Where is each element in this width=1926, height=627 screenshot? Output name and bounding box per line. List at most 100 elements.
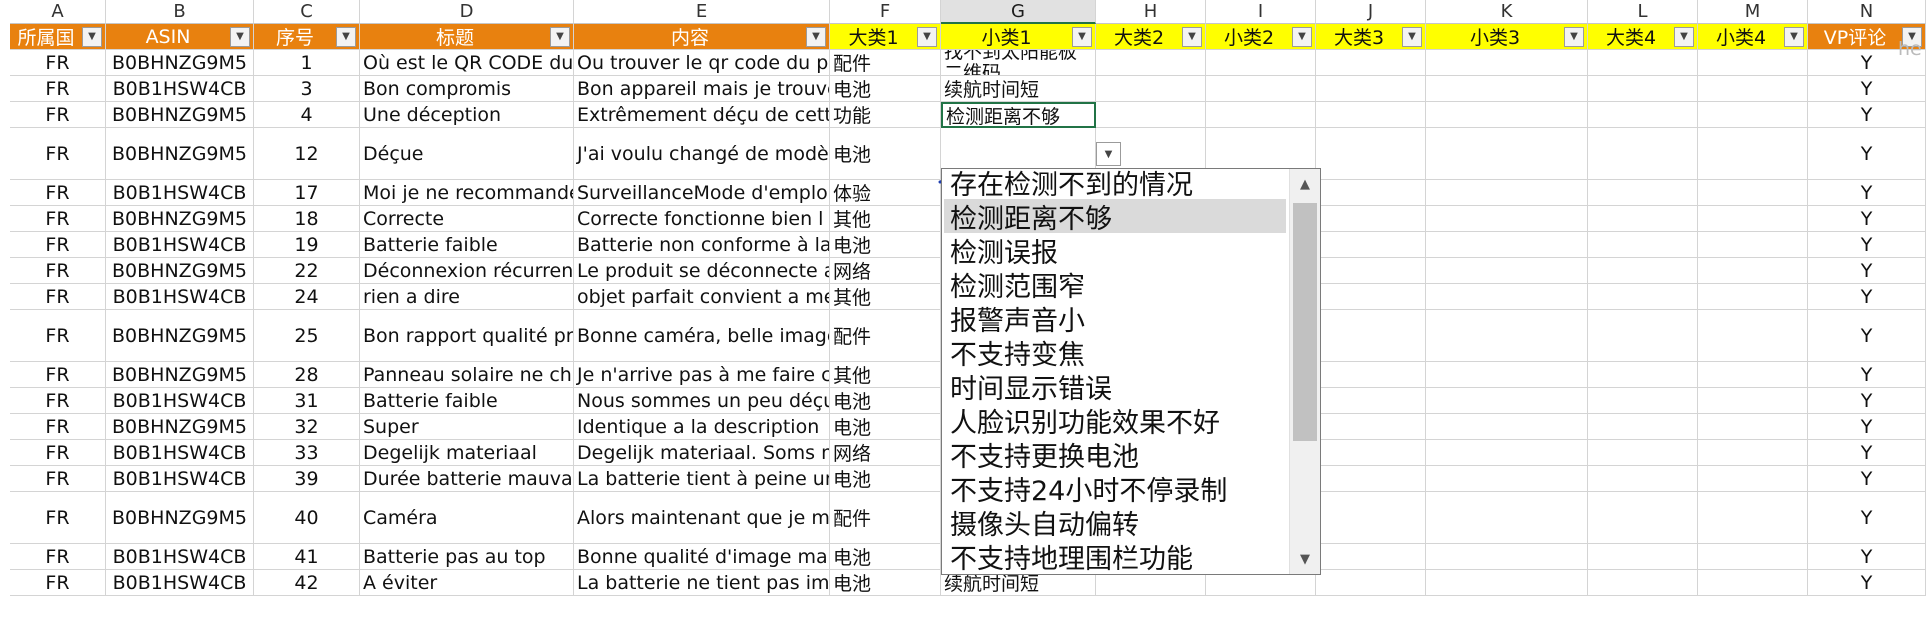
cell-title[interactable]: Bon compromis — [360, 76, 574, 102]
cell-empty[interactable] — [1588, 76, 1698, 102]
cell-empty[interactable] — [1698, 310, 1808, 362]
column-header-l[interactable]: L — [1588, 0, 1698, 24]
cell-seq[interactable]: 40 — [254, 492, 360, 544]
cell-empty[interactable] — [1698, 76, 1808, 102]
cell-empty[interactable] — [1096, 76, 1206, 102]
cell-title[interactable]: Caméra — [360, 492, 574, 544]
filter-header-5[interactable]: 内容 ▼ — [574, 24, 830, 50]
cell-seq[interactable]: 4 — [254, 102, 360, 128]
cell-content[interactable]: objet parfait convient a me — [574, 284, 830, 310]
cell-empty[interactable] — [1588, 232, 1698, 258]
filter-button[interactable]: ▼ — [230, 26, 250, 47]
cell-empty[interactable] — [1426, 258, 1588, 284]
cell-empty[interactable] — [1316, 50, 1426, 76]
cell-empty[interactable] — [1096, 50, 1206, 76]
cell-asin[interactable]: B0B1HSW4CB — [106, 180, 254, 206]
cell-country[interactable]: FR — [10, 76, 106, 102]
cell-seq[interactable]: 1 — [254, 50, 360, 76]
cell-title[interactable]: A éviter — [360, 570, 574, 596]
cell-vp[interactable]: Y — [1808, 414, 1926, 440]
cell-seq[interactable]: 31 — [254, 388, 360, 414]
cell-asin[interactable]: B0B1HSW4CB — [106, 388, 254, 414]
list-option[interactable]: 检测距离不够 — [944, 199, 1286, 235]
cell-seq[interactable]: 17 — [254, 180, 360, 206]
cell-empty[interactable] — [1316, 128, 1426, 180]
cell-vp[interactable]: Y — [1808, 388, 1926, 414]
cell-title[interactable]: Bon rapport qualité pr — [360, 310, 574, 362]
cell-empty[interactable] — [1698, 206, 1808, 232]
scroll-up-button[interactable]: ▲ — [1290, 169, 1320, 199]
cell-country[interactable]: FR — [10, 544, 106, 570]
cell-empty[interactable] — [1426, 544, 1588, 570]
cell-sub1[interactable]: 找不到太阳能板 二维码 — [941, 50, 1096, 76]
cell-seq[interactable]: 18 — [254, 206, 360, 232]
cell-empty[interactable] — [1316, 76, 1426, 102]
scroll-down-button[interactable]: ▼ — [1290, 544, 1320, 574]
cell-content[interactable]: La batterie tient à peine une — [574, 466, 830, 492]
cell-title[interactable]: Moi je ne recommande — [360, 180, 574, 206]
cell-country[interactable]: FR — [10, 50, 106, 76]
cell-title[interactable]: Batterie faible — [360, 232, 574, 258]
cell-empty[interactable] — [1316, 232, 1426, 258]
filter-button[interactable]: ▼ — [1182, 26, 1202, 47]
cell-empty[interactable] — [1588, 102, 1698, 128]
cell-empty[interactable] — [1588, 310, 1698, 362]
cell-vp[interactable]: Y — [1808, 258, 1926, 284]
column-header-f[interactable]: F — [830, 0, 941, 24]
cell-title[interactable]: Correcte — [360, 206, 574, 232]
cell-empty[interactable] — [1698, 440, 1808, 466]
list-option[interactable]: 报警声音小 — [944, 301, 1286, 337]
cell-cat1[interactable]: 网络 — [830, 258, 941, 284]
cell-empty[interactable] — [1426, 206, 1588, 232]
list-option[interactable]: 不支持地理围栏功能 — [944, 539, 1286, 575]
filter-button[interactable]: ▼ — [1564, 26, 1584, 47]
list-option[interactable]: 人脸识别功能效果不好 — [944, 403, 1286, 439]
list-option[interactable]: 时间显示错误 — [944, 369, 1286, 405]
filter-header-12[interactable]: 大类4 ▼ — [1588, 24, 1698, 50]
cell-cat1[interactable]: 其他 — [830, 284, 941, 310]
scroll-thumb[interactable] — [1293, 203, 1317, 441]
cell-empty[interactable] — [1426, 362, 1588, 388]
cell-content[interactable]: Bonne caméra, belle image, — [574, 310, 830, 362]
cell-country[interactable]: FR — [10, 414, 106, 440]
cell-content[interactable]: Je n'arrive pas à me faire co — [574, 362, 830, 388]
filter-button[interactable]: ▼ — [1402, 26, 1422, 47]
cell-empty[interactable] — [1698, 570, 1808, 596]
cell-content[interactable]: Extrêmement déçu de cette — [574, 102, 830, 128]
cell-asin[interactable]: B0BHNZG9M5 — [106, 128, 254, 180]
cell-cat1[interactable]: 网络 — [830, 440, 941, 466]
cell-vp[interactable]: Y — [1808, 128, 1926, 180]
cell-vp[interactable]: Y — [1808, 206, 1926, 232]
cell-empty[interactable] — [1206, 102, 1316, 128]
filter-button[interactable]: ▼ — [1784, 26, 1804, 47]
cell-empty[interactable] — [1426, 102, 1588, 128]
cell-empty[interactable] — [1426, 232, 1588, 258]
cell-empty[interactable] — [1316, 206, 1426, 232]
list-option[interactable]: 不支持变焦 — [944, 335, 1286, 371]
cell-empty[interactable] — [1316, 544, 1426, 570]
cell-asin[interactable]: B0BHNZG9M5 — [106, 414, 254, 440]
cell-empty[interactable] — [1588, 414, 1698, 440]
cell-cat1[interactable]: 配件 — [830, 50, 941, 76]
cell-asin[interactable]: B0BHNZG9M5 — [106, 206, 254, 232]
cell-country[interactable]: FR — [10, 570, 106, 596]
cell-empty[interactable] — [1698, 102, 1808, 128]
cell-country[interactable]: FR — [10, 310, 106, 362]
filter-header-13[interactable]: 小类4 ▼ — [1698, 24, 1808, 50]
filter-header-9[interactable]: 小类2 ▼ — [1206, 24, 1316, 50]
filter-button[interactable]: ▼ — [1674, 26, 1694, 47]
column-header-d[interactable]: D — [360, 0, 574, 24]
filter-header-3[interactable]: 序号 ▼ — [254, 24, 360, 50]
filter-header-11[interactable]: 小类3 ▼ — [1426, 24, 1588, 50]
cell-seq[interactable]: 22 — [254, 258, 360, 284]
cell-content[interactable]: Ou trouver le qr code du pa — [574, 50, 830, 76]
list-option[interactable]: 检测误报 — [944, 233, 1286, 269]
cell-country[interactable]: FR — [10, 232, 106, 258]
cell-empty[interactable] — [1426, 180, 1588, 206]
cell-vp[interactable]: Y — [1808, 102, 1926, 128]
cell-empty[interactable] — [1698, 414, 1808, 440]
cell-empty[interactable] — [1698, 128, 1808, 180]
cell-title[interactable]: Batterie pas au top — [360, 544, 574, 570]
cell-empty[interactable] — [1698, 258, 1808, 284]
cell-seq[interactable]: 24 — [254, 284, 360, 310]
